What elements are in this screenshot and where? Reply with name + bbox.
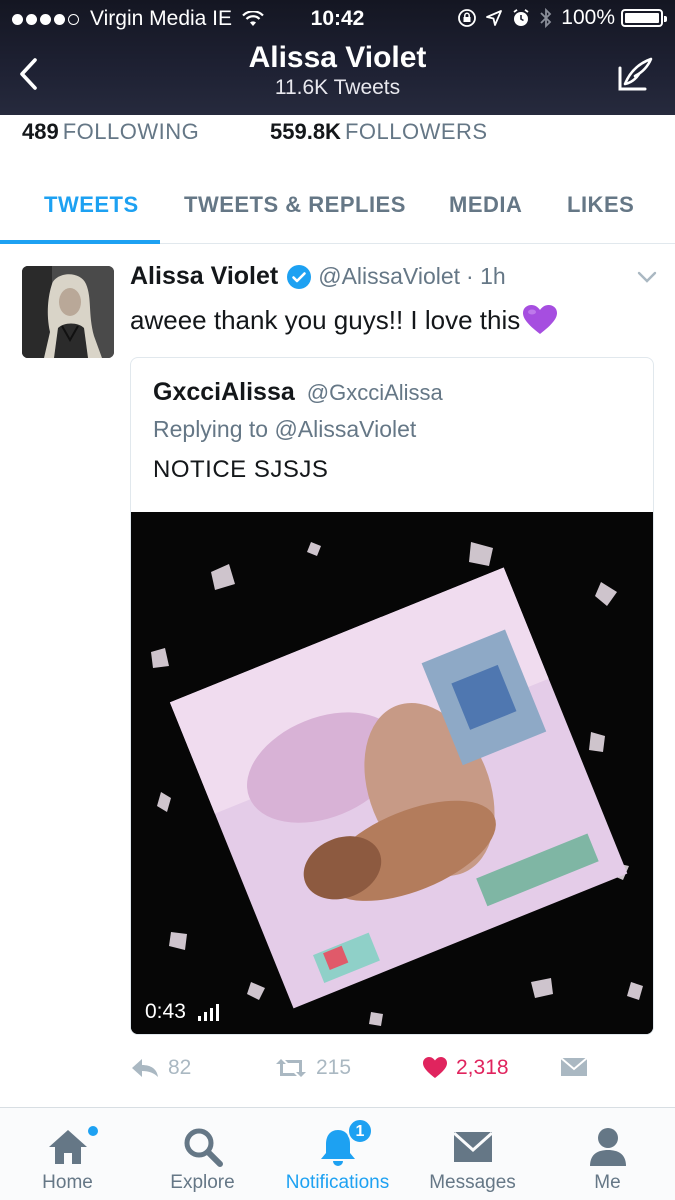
author-name[interactable]: Alissa Violet bbox=[130, 262, 278, 291]
tab-likes[interactable]: LIKES bbox=[567, 192, 634, 218]
reply-count: 82 bbox=[168, 1056, 192, 1079]
nav-explore[interactable]: Explore bbox=[135, 1108, 270, 1200]
following-count: 489 bbox=[22, 119, 59, 144]
video-quality-icon bbox=[197, 1003, 222, 1021]
author-handle[interactable]: @AlissaViolet bbox=[318, 263, 460, 290]
reply-icon bbox=[132, 1059, 158, 1077]
bottom-tab-bar: Home Explore 1 Notifications Messages Me bbox=[0, 1107, 675, 1200]
retweet-count: 215 bbox=[316, 1056, 352, 1079]
video-thumbnail[interactable]: 0:43 bbox=[131, 512, 653, 1034]
quoted-author-handle: @GxcciAlissa bbox=[306, 380, 443, 405]
tweet-text-row: aweee thank you guys!! I love this bbox=[130, 304, 558, 336]
following-stat[interactable]: 489 FOLLOWING bbox=[22, 119, 199, 145]
profile-tabs: TWEETS TWEETS & REPLIES MEDIA LIKES bbox=[0, 168, 675, 244]
location-icon bbox=[485, 9, 503, 27]
quoted-replying-to: Replying to @AlissaViolet bbox=[153, 416, 417, 442]
retweet-button[interactable]: 215 bbox=[274, 1056, 351, 1080]
nav-me[interactable]: Me bbox=[540, 1108, 675, 1200]
battery-icon bbox=[621, 9, 667, 27]
tweet[interactable]: Alissa Violet @AlissaViolet · 1h aweee t… bbox=[0, 246, 675, 1106]
nav-me-label: Me bbox=[594, 1172, 621, 1193]
tab-tweets[interactable]: TWEETS bbox=[44, 192, 139, 218]
compose-tweet-icon bbox=[618, 57, 653, 91]
nav-messages-label: Messages bbox=[429, 1172, 516, 1193]
rotation-lock-icon bbox=[457, 8, 477, 28]
video-overlay: 0:43 bbox=[145, 1000, 222, 1024]
quoted-text: NOTICE SJSJS bbox=[153, 456, 329, 483]
home-new-indicator bbox=[88, 1126, 98, 1136]
chevron-down-icon bbox=[637, 271, 657, 283]
heart-icon bbox=[423, 1057, 447, 1078]
followers-label: FOLLOWERS bbox=[344, 119, 488, 144]
nav-explore-label: Explore bbox=[170, 1172, 235, 1193]
person-icon bbox=[540, 1124, 675, 1170]
tweet-actions: 82 215 2,318 bbox=[130, 1056, 654, 1086]
nav-home[interactable]: Home bbox=[0, 1108, 135, 1200]
nav-home-label: Home bbox=[42, 1172, 93, 1193]
tab-tweets-replies[interactable]: TWEETS & REPLIES bbox=[184, 192, 406, 218]
notification-badge: 1 bbox=[347, 1118, 373, 1144]
bluetooth-icon bbox=[539, 7, 553, 29]
envelope-icon bbox=[560, 1057, 588, 1076]
tweet-menu-button[interactable] bbox=[637, 270, 657, 288]
nav-notifications[interactable]: 1 Notifications bbox=[270, 1108, 405, 1200]
direct-message-button[interactable] bbox=[560, 1056, 588, 1078]
quoted-author: GxcciAlissa @GxcciAlissa bbox=[153, 378, 443, 407]
video-duration: 0:43 bbox=[145, 1000, 186, 1023]
battery-percent: 100% bbox=[561, 6, 615, 29]
tab-media[interactable]: MEDIA bbox=[449, 192, 522, 218]
avatar[interactable] bbox=[22, 266, 114, 358]
envelope-icon bbox=[405, 1124, 540, 1170]
home-icon bbox=[0, 1124, 135, 1170]
nav-messages[interactable]: Messages bbox=[405, 1108, 540, 1200]
tweet-text: aweee thank you guys!! I love this bbox=[130, 304, 521, 335]
profile-header: Virgin Media IE 10:42 100% Alissa Violet… bbox=[0, 0, 675, 115]
search-icon bbox=[135, 1124, 270, 1170]
tweet-count: 11.6K Tweets bbox=[274, 76, 401, 99]
reply-button[interactable]: 82 bbox=[130, 1056, 191, 1080]
status-bar: Virgin Media IE 10:42 100% bbox=[0, 0, 675, 38]
tweet-time: · 1h bbox=[466, 263, 506, 289]
followers-stat[interactable]: 559.8K FOLLOWERS bbox=[270, 119, 488, 145]
retweet-icon bbox=[276, 1059, 306, 1077]
tweet-header: Alissa Violet @AlissaViolet · 1h bbox=[130, 262, 506, 291]
verified-badge-icon bbox=[286, 264, 312, 290]
active-tab-indicator bbox=[0, 240, 160, 244]
follow-stats: 489 FOLLOWING 559.8K FOLLOWERS bbox=[0, 115, 675, 155]
purple-heart-icon bbox=[522, 304, 558, 336]
following-label: FOLLOWING bbox=[62, 119, 200, 144]
followers-count: 559.8K bbox=[270, 119, 341, 144]
quoted-author-name: GxcciAlissa bbox=[153, 378, 295, 406]
status-right: 100% bbox=[449, 6, 667, 30]
compose-button[interactable] bbox=[613, 52, 657, 96]
like-count: 2,318 bbox=[456, 1056, 509, 1079]
like-button[interactable]: 2,318 bbox=[422, 1056, 509, 1080]
quoted-tweet[interactable]: GxcciAlissa @GxcciAlissa Replying to @Al… bbox=[130, 357, 654, 1035]
page-title: Alissa Violet bbox=[248, 41, 427, 74]
bell-icon bbox=[270, 1124, 405, 1170]
header-title-area: Alissa Violet 11.6K Tweets bbox=[0, 40, 675, 100]
alarm-icon bbox=[511, 8, 531, 28]
nav-notifications-label: Notifications bbox=[285, 1172, 390, 1193]
